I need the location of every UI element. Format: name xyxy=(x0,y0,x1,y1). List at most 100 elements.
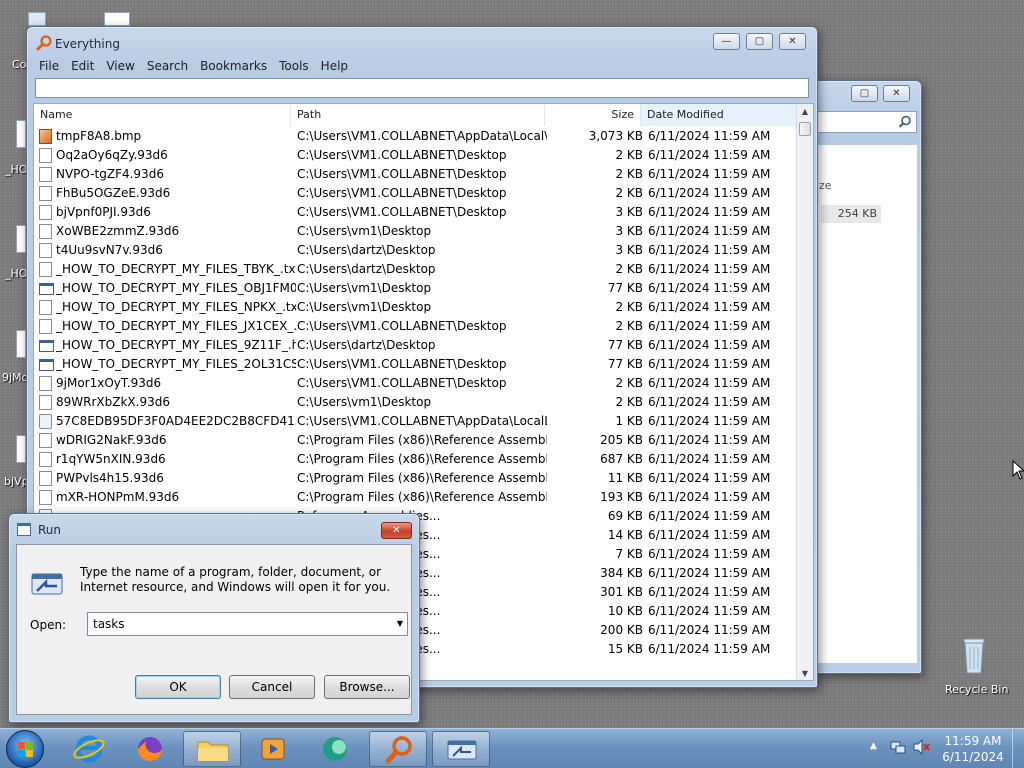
taskbar-firefox-button[interactable] xyxy=(121,731,179,767)
table-row[interactable]: _HOW_TO_DECRYPT_MY_FILES_NPKX_.txt C:\Use… xyxy=(34,298,798,317)
maximize-button[interactable]: ▢ xyxy=(746,33,773,50)
table-row[interactable]: FhBu5OGZeE.93d6 C:\Users\VM1.COLLABNET\De… xyxy=(34,184,798,203)
windows-logo-icon xyxy=(18,742,33,757)
document-file-icon xyxy=(39,319,52,334)
file-path-cell: C:\Users\VM1.COLLABNET\Desktop xyxy=(297,205,507,219)
document-file-icon xyxy=(39,490,52,505)
column-header-path[interactable]: Path xyxy=(291,104,545,126)
file-size-cell: 10 KB xyxy=(607,604,643,618)
browse-button[interactable]: Browse... xyxy=(324,675,410,699)
close-button[interactable]: ✕ xyxy=(779,33,806,50)
taskbar-media-player-button[interactable] xyxy=(244,731,302,767)
volume-muted-icon[interactable] xyxy=(912,738,930,756)
menu-view[interactable]: View xyxy=(100,57,140,75)
desktop-icon-label[interactable]: Co xyxy=(12,58,26,71)
dropdown-arrow-icon[interactable]: ▼ xyxy=(397,613,403,635)
column-header-size[interactable]: Size xyxy=(545,104,641,126)
scroll-up-arrow-icon[interactable]: ▲ xyxy=(797,104,813,120)
table-row[interactable]: _HOW_TO_DECRYPT_MY_FILES_TBYK_.txt C:\Use… xyxy=(34,260,798,279)
table-row[interactable]: tmpF8A8.bmp C:\Users\VM1.COLLABNET\AppDat… xyxy=(34,127,798,146)
taskbar-app-button[interactable] xyxy=(306,731,364,767)
table-row[interactable]: 57C8EDB95DF3F0AD4EE2DC2B8CFD4157 C:\Users… xyxy=(34,412,798,431)
recycle-bin-icon[interactable] xyxy=(957,633,991,677)
desktop-file-icon[interactable] xyxy=(16,225,26,253)
column-header-date-modified[interactable]: Date Modified xyxy=(641,104,798,126)
start-button[interactable] xyxy=(6,730,44,768)
file-path-cell: C:\Users\dartz\Desktop xyxy=(297,262,436,276)
minimize-button[interactable]: — xyxy=(713,33,740,50)
menu-file[interactable]: File xyxy=(33,57,65,75)
clock-time[interactable]: 11:59 AM xyxy=(940,734,1006,748)
menu-edit[interactable]: Edit xyxy=(65,57,100,75)
open-combobox[interactable]: tasks ▼ xyxy=(87,612,408,636)
table-row[interactable]: _HOW_TO_DECRYPT_MY_FILES_OBJ1FM0... C:\Us… xyxy=(34,279,798,298)
file-path-cell: C:\Users\VM1.COLLABNET\Desktop xyxy=(297,186,507,200)
run-program-icon xyxy=(31,573,65,599)
file-name-cell: PWPvls4h15.93d6 xyxy=(56,471,164,485)
date-modified-cell: 6/11/2024 11:59 AM xyxy=(648,623,771,637)
search-input[interactable] xyxy=(35,78,809,98)
ok-button[interactable]: OK xyxy=(135,675,221,699)
menu-search[interactable]: Search xyxy=(141,57,194,75)
show-hidden-icons-icon[interactable]: ▲ xyxy=(870,741,877,751)
close-button[interactable]: ✕ xyxy=(883,85,910,102)
maximize-button[interactable]: ▢ xyxy=(851,85,878,102)
column-header-name[interactable]: Name xyxy=(34,104,291,126)
file-size-cell: 14 KB xyxy=(607,528,643,542)
run-dialog[interactable]: Run ✕ Type the name of a program, folder… xyxy=(8,513,420,723)
table-row[interactable]: t4Uu9svN7v.93d6 C:\Users\dartz\Desktop 3 K… xyxy=(34,241,798,260)
desktop-icon-label[interactable]: bjVp xyxy=(4,475,29,488)
menu-bookmarks[interactable]: Bookmarks xyxy=(194,57,273,75)
table-row[interactable]: PWPvls4h15.93d6 C:\Program Files (x86)\Re… xyxy=(34,469,798,488)
scroll-down-arrow-icon[interactable]: ▼ xyxy=(797,666,813,680)
file-name-cell: r1qYW5nXIN.93d6 xyxy=(56,452,166,466)
menu-help[interactable]: Help xyxy=(315,57,354,75)
file-path-cell: C:\Users\vm1\Desktop xyxy=(297,395,432,409)
table-row[interactable]: _HOW_TO_DECRYPT_MY_FILES_2OL31CS_... C:\U… xyxy=(34,355,798,374)
table-row[interactable]: r1qYW5nXIN.93d6 C:\Program Files (x86)\Re… xyxy=(34,450,798,469)
recycle-bin-label[interactable]: Recycle Bin xyxy=(945,683,1008,696)
network-icon[interactable] xyxy=(890,739,906,755)
desktop-icon-document[interactable] xyxy=(104,12,130,26)
table-row[interactable]: Oq2aOy6qZy.93d6 C:\Users\VM1.COLLABNET\De… xyxy=(34,146,798,165)
cancel-button[interactable]: Cancel xyxy=(229,675,315,699)
table-row[interactable]: wDRIG2NakF.93d6 C:\Program Files (x86)\Re… xyxy=(34,431,798,450)
table-row[interactable]: 9jMor1xOyT.93d6 C:\Users\VM1.COLLABNET\De… xyxy=(34,374,798,393)
table-row[interactable]: 89WRrXbZkX.93d6 C:\Users\vm1\Desktop 2 KB 6… xyxy=(34,393,798,412)
table-row[interactable]: _HOW_TO_DECRYPT_MY_FILES_JX1CEX_.txt C:\U… xyxy=(34,317,798,336)
file-size-cell: 3 KB xyxy=(615,243,643,257)
table-row[interactable]: mXR-HONPmM.93d6 C:\Program Files (x86)\Re… xyxy=(34,488,798,507)
table-row[interactable]: XoWBE2zmmZ.93d6 C:\Users\vm1\Desktop 3 KB 6… xyxy=(34,222,798,241)
menu-tools[interactable]: Tools xyxy=(273,57,315,75)
desktop-file-icon[interactable] xyxy=(16,330,26,358)
vertical-scrollbar[interactable]: ▲ ▼ xyxy=(796,104,813,680)
close-button[interactable]: ✕ xyxy=(381,522,412,539)
search-icon[interactable] xyxy=(898,115,912,132)
open-input-value[interactable]: tasks xyxy=(93,617,125,631)
table-row[interactable]: _HOW_TO_DECRYPT_MY_FILES_9Z11F_.hta C:\Us… xyxy=(34,336,798,355)
show-desktop-button[interactable] xyxy=(1012,729,1024,768)
taskbar-ie-button[interactable] xyxy=(60,731,118,767)
document-file-icon xyxy=(39,205,52,220)
table-row[interactable]: bjVpnf0PJI.93d6 C:\Users\VM1.COLLABNET\De… xyxy=(34,203,798,222)
desktop-file-icon[interactable] xyxy=(16,120,26,148)
desktop-icon-label[interactable]: _HO xyxy=(5,267,27,280)
scroll-thumb[interactable] xyxy=(799,122,811,136)
file-name-cell: _HOW_TO_DECRYPT_MY_FILES_JX1CEX_.txt xyxy=(56,319,296,333)
size-column-header[interactable]: ze xyxy=(819,179,832,192)
date-modified-cell: 6/11/2024 11:59 AM xyxy=(648,357,771,371)
desktop-icon-label[interactable]: _HO xyxy=(5,163,27,176)
desktop-file-icon[interactable] xyxy=(16,435,26,463)
file-size-cell: 301 KB xyxy=(600,585,643,599)
taskbar-explorer-button[interactable] xyxy=(183,731,241,767)
table-row[interactable]: NVPO-tgZF4.93d6 C:\Users\VM1.COLLABNET\De… xyxy=(34,165,798,184)
explorer-window[interactable]: ▢ ✕ ▼ ? ze 254 KB xyxy=(793,80,922,674)
search-box[interactable] xyxy=(817,111,917,133)
file-size-cell: 1 KB xyxy=(615,414,643,428)
desktop-icon-label[interactable]: 9jMo xyxy=(2,371,28,384)
desktop-icon-computer[interactable] xyxy=(28,12,46,26)
clock-date[interactable]: 6/11/2024 xyxy=(940,750,1006,764)
run-app-icon xyxy=(17,523,31,536)
taskbar-run-button[interactable] xyxy=(432,731,490,767)
taskbar-everything-button[interactable] xyxy=(369,731,427,767)
